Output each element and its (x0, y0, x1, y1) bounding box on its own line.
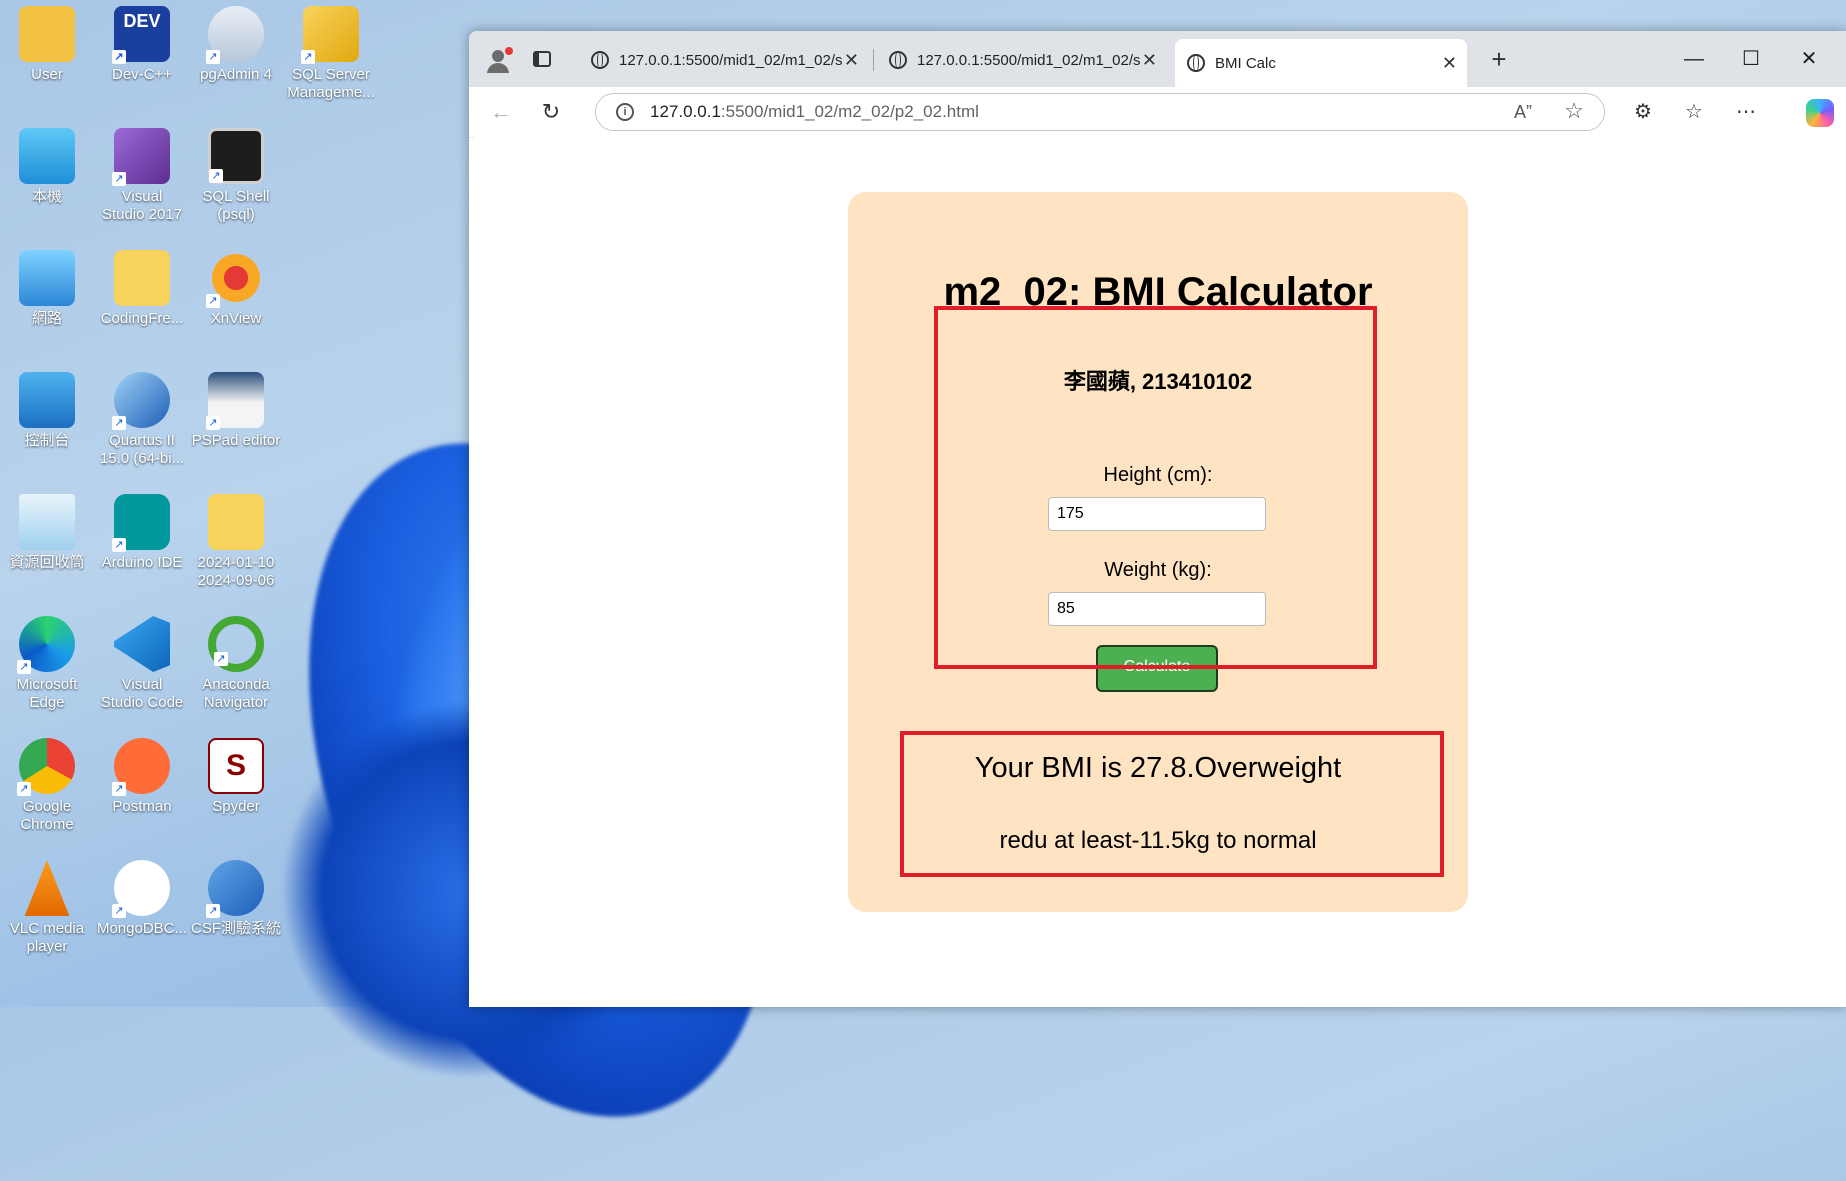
favorite-star-icon[interactable]: ☆ (1564, 98, 1584, 124)
new-tab-button[interactable]: + (1481, 41, 1517, 77)
desktop-icon-codingfree[interactable]: CodingFre... (96, 244, 188, 328)
tab-2[interactable]: 127.0.0.1:5500/mid1_02/m1_02/s ✕ (877, 39, 1167, 81)
desktop-icon-control-panel[interactable]: 控制台 (1, 366, 93, 450)
desktop-icon-vlc[interactable]: VLC media player (1, 854, 93, 956)
spyder-icon: S (208, 738, 264, 794)
desktop-icon-recycle-bin[interactable]: 資源回收筒 (1, 488, 93, 572)
folder-icon (114, 250, 170, 306)
more-menu-icon[interactable]: ⋯ (1731, 97, 1761, 127)
visual-studio-icon: ↗ (112, 128, 170, 186)
browser-window: 127.0.0.1:5500/mid1_02/m1_02/s ✕ 127.0.0… (469, 31, 1846, 1007)
monitor-icon (19, 128, 75, 184)
desktop-icon-chrome[interactable]: ↗ Google Chrome (1, 732, 93, 834)
desktop-icon-date-folder[interactable]: 2024-01-10 2024-09-06 (190, 488, 282, 590)
devcpp-icon: DEV ↗ (112, 6, 170, 64)
desktop-icon-anaconda[interactable]: ↗ Anaconda Navigator (190, 610, 282, 712)
copilot-icon[interactable] (1806, 99, 1834, 127)
pgadmin-elephant-icon: ↗ (206, 6, 264, 64)
quartus-icon: ↗ (112, 372, 170, 430)
pspad-icon: ↗ (206, 372, 264, 430)
minimize-button[interactable]: — (1666, 39, 1722, 79)
extensions-icon[interactable]: ⚙ (1628, 97, 1658, 127)
bmi-card: m2_02: BMI Calculator 李國蘋, 213410102 Hei… (848, 192, 1468, 912)
postman-icon: ↗ (112, 738, 170, 796)
sql-server-icon: ↗ (301, 6, 359, 64)
tab-bar: 127.0.0.1:5500/mid1_02/m1_02/s ✕ 127.0.0… (469, 31, 1846, 87)
maximize-button[interactable]: ☐ (1723, 39, 1779, 79)
desktop-icon-xnview[interactable]: ↗ XnView (190, 244, 282, 328)
read-aloud-icon[interactable]: A” (1514, 102, 1532, 123)
desktop-icon-devcpp[interactable]: DEV ↗ Dev-C++ (96, 0, 188, 84)
address-bar[interactable]: i 127.0.0.1:5500/mid1_02/m2_02/p2_02.htm… (595, 93, 1605, 131)
control-panel-icon (19, 372, 75, 428)
desktop-icon-csf[interactable]: ↗ CSF測驗系統 (190, 854, 282, 938)
desktop-icon-arduino[interactable]: ↗ Arduino IDE (96, 488, 188, 572)
desktop-icon-pspad[interactable]: ↗ PSPad editor (190, 366, 282, 450)
tab-actions-icon[interactable] (533, 51, 551, 67)
desktop-icon-spyder[interactable]: S Spyder (190, 732, 282, 816)
desktop-icon-sql-shell[interactable]: ↗ SQL Shell (psql) (190, 122, 282, 224)
vscode-icon (114, 616, 170, 672)
tab-separator (873, 49, 874, 71)
network-icon (19, 250, 75, 306)
close-tab-icon[interactable]: ✕ (1442, 53, 1457, 74)
vlc-cone-icon (24, 860, 70, 916)
close-tab-icon[interactable]: ✕ (844, 50, 859, 71)
close-window-button[interactable]: ✕ (1781, 39, 1837, 79)
globe-icon (889, 51, 907, 69)
chrome-icon: ↗ (17, 738, 75, 796)
xnview-icon: ↗ (206, 250, 264, 308)
desktop-icon-ssms[interactable]: ↗ SQL Server Manageme... (285, 0, 377, 102)
desktop-icon-quartus[interactable]: ↗ Quartus II 15.0 (64-bi... (96, 366, 188, 468)
close-tab-icon[interactable]: ✕ (1142, 50, 1157, 71)
tab-3-active[interactable]: BMI Calc ✕ (1175, 39, 1467, 87)
favorites-icon[interactable]: ☆ (1679, 97, 1709, 127)
folder-icon (208, 494, 264, 550)
highlight-box-form (934, 306, 1377, 669)
toolbar: ← ↻ i 127.0.0.1:5500/mid1_02/m2_02/p2_02… (469, 87, 1846, 138)
user-folder-icon (19, 6, 75, 62)
desktop-icon-edge[interactable]: ↗ Microsoft Edge (1, 610, 93, 712)
highlight-box-result (900, 731, 1444, 877)
site-info-icon[interactable]: i (616, 103, 634, 121)
reload-button[interactable]: ↻ (533, 94, 569, 130)
url-text: 127.0.0.1:5500/mid1_02/m2_02/p2_02.html (650, 102, 979, 121)
desktop-icon-this-pc[interactable]: 本機 (1, 122, 93, 206)
mongodb-leaf-icon: ↗ (112, 860, 170, 918)
back-button[interactable]: ← (483, 94, 519, 130)
anaconda-icon: ↗ (208, 616, 264, 672)
desktop-icon-vscode[interactable]: Visual Studio Code (96, 610, 188, 712)
desktop-icon-network[interactable]: 網路 (1, 244, 93, 328)
desktop-icon-visual-studio-2017[interactable]: ↗ Visual Studio 2017 (96, 122, 188, 224)
terminal-icon: ↗ (208, 128, 264, 184)
recycle-bin-icon (19, 494, 75, 550)
page-viewport: m2_02: BMI Calculator 李國蘋, 213410102 Hei… (474, 137, 1846, 1007)
csf-icon: ↗ (206, 860, 264, 918)
desktop-icon-postman[interactable]: ↗ Postman (96, 732, 188, 816)
desktop-icon-user[interactable]: User (1, 0, 93, 84)
desktop-icon-pgadmin[interactable]: ↗ pgAdmin 4 (190, 0, 282, 84)
globe-icon (591, 51, 609, 69)
edge-icon: ↗ (17, 616, 75, 674)
tab-1[interactable]: 127.0.0.1:5500/mid1_02/m1_02/s ✕ (579, 39, 869, 81)
arduino-icon: ↗ (112, 494, 170, 552)
desktop-icon-mongodb[interactable]: ↗ MongoDBC... (96, 854, 188, 938)
globe-icon (1187, 54, 1205, 72)
profile-icon[interactable] (485, 45, 515, 75)
